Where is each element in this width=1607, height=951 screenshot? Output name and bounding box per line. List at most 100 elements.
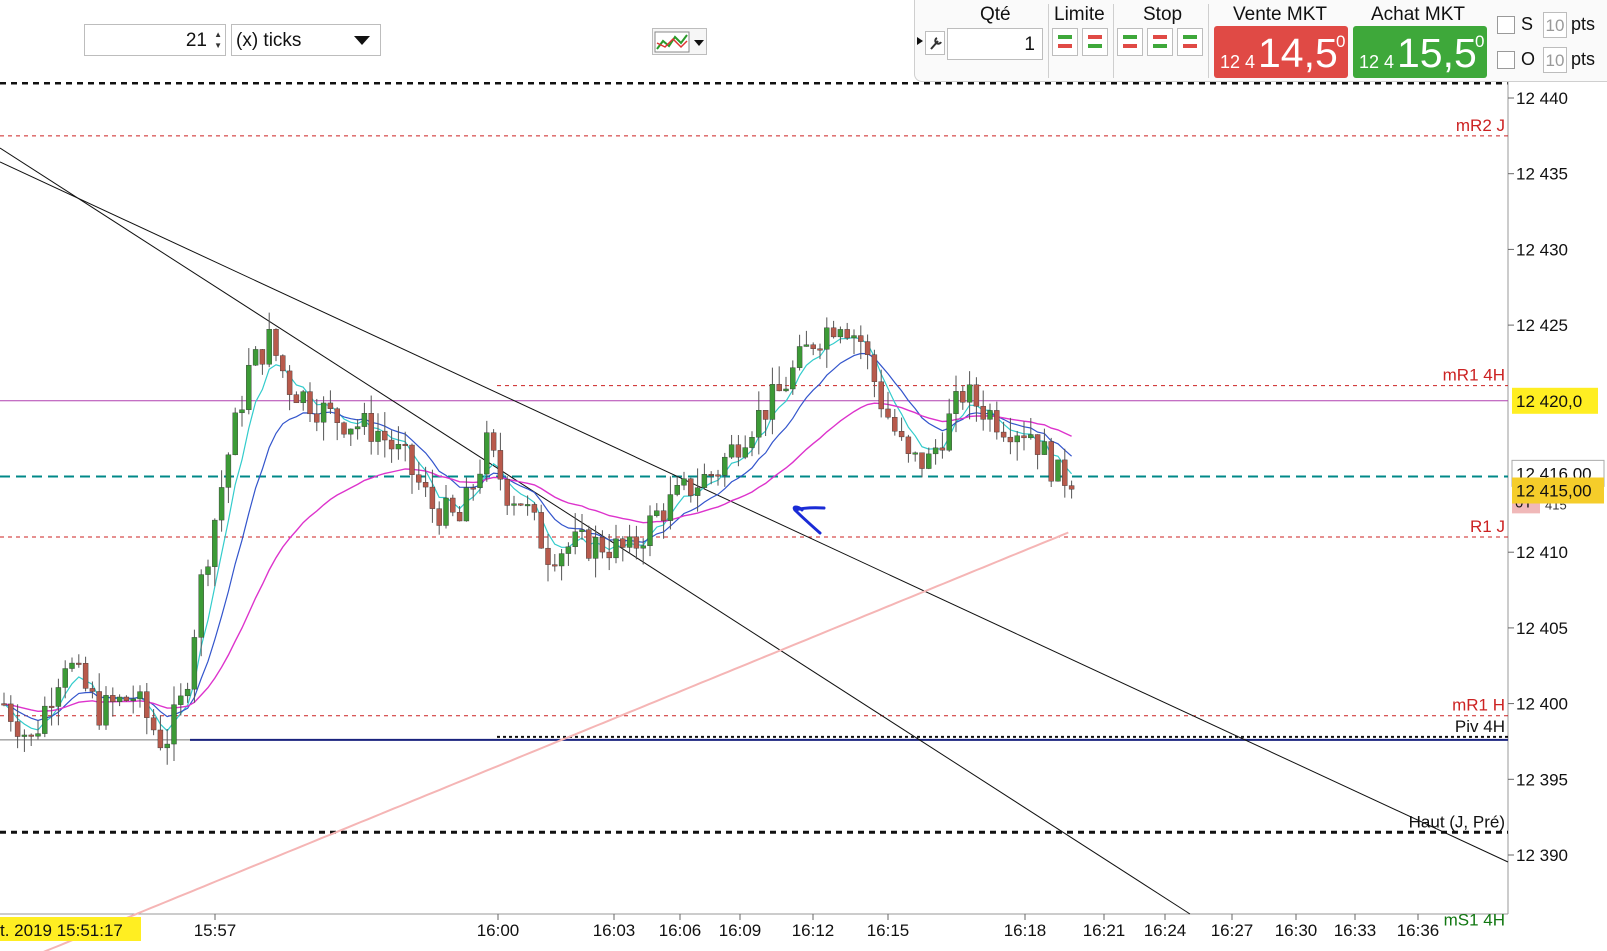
candle (205, 559, 211, 587)
ema-slow-line (3, 402, 1072, 713)
candle-body (558, 553, 565, 567)
candle (932, 439, 939, 465)
candle-body (69, 662, 75, 669)
chevron-down-icon[interactable] (354, 36, 370, 45)
candle-body (286, 370, 293, 395)
trendline-shallow (0, 161, 1509, 863)
candle (252, 346, 259, 366)
candle-body (1000, 431, 1007, 438)
candle (783, 376, 789, 393)
candle-body (803, 344, 810, 347)
candle (280, 354, 286, 378)
candle (14, 704, 21, 749)
buy-market-button[interactable]: 12 4 15,5 0 (1353, 26, 1487, 78)
o-pts-input[interactable]: 10 (1543, 47, 1567, 73)
candle (55, 678, 62, 726)
limit-buy-button[interactable] (1052, 28, 1078, 56)
candle (341, 421, 347, 438)
candle-body (354, 426, 361, 430)
candle (1068, 480, 1075, 499)
candle-body (1, 703, 7, 706)
candle-body (205, 566, 211, 575)
candle (48, 687, 55, 726)
candle (130, 685, 136, 714)
candle-body (225, 454, 232, 488)
price-chart[interactable]: mR2 J mR1 4H R1 J mR1 H Piv 4H Haut (J, Pré) m… (0, 82, 1607, 951)
candle-body (76, 662, 82, 665)
candle (76, 654, 82, 668)
candle-body (885, 408, 891, 418)
candle-body (586, 529, 592, 559)
candle-body (565, 546, 572, 554)
candle-body (1034, 434, 1041, 455)
candle (504, 476, 510, 516)
stop-limit-button[interactable] (1177, 28, 1203, 56)
candle-body (504, 479, 510, 506)
stop-sell-button[interactable] (1147, 28, 1173, 56)
candle (830, 320, 837, 339)
candle-body (422, 482, 429, 488)
candle-body (552, 564, 558, 567)
o-checkbox[interactable] (1497, 51, 1515, 69)
candle (293, 391, 300, 404)
time-axis-label: 15:57 (194, 921, 237, 940)
candle-body (470, 487, 476, 490)
candle-body (654, 510, 660, 516)
ticks-spinner[interactable]: 21 ▲ ▼ (84, 24, 226, 56)
candle (42, 696, 48, 738)
candle (994, 401, 1000, 440)
s-pts-input[interactable]: 10 (1543, 12, 1567, 38)
candle (511, 495, 517, 516)
candle-body (1028, 434, 1034, 439)
candle-body (667, 494, 674, 521)
time-axis-label: 16:09 (719, 921, 762, 940)
level-label: R1 J (1470, 517, 1505, 536)
candle (871, 349, 878, 398)
price-axis-label: 12 420,0 (1516, 392, 1582, 411)
stop-buy-button[interactable] (1117, 28, 1143, 56)
candle-body (531, 504, 538, 513)
candle-body (810, 344, 816, 349)
candle (837, 326, 844, 344)
s-checkbox[interactable] (1497, 16, 1515, 34)
candle-body (246, 364, 252, 410)
candle-body (157, 729, 164, 749)
candle-body (218, 487, 225, 521)
price-axis-label: 12 405 (1516, 619, 1568, 638)
units-dropdown[interactable]: (x) ticks (231, 24, 381, 56)
time-axis-label: t. 2019 15:51:17 (0, 921, 123, 940)
candle (348, 428, 354, 446)
candle-body (660, 510, 667, 521)
candle (844, 322, 850, 341)
candle (497, 432, 504, 491)
candle (531, 502, 538, 521)
candle-body (477, 473, 483, 488)
indicators-button[interactable] (652, 28, 707, 55)
candle (620, 536, 626, 562)
buy-price-sup: 0 (1475, 32, 1485, 51)
wrench-icon[interactable] (925, 31, 945, 55)
price-axis-label: 12 400 (1516, 695, 1568, 714)
candle (579, 513, 585, 540)
sell-market-button[interactable]: 12 4 14,5 0 (1214, 26, 1348, 78)
qty-input[interactable]: 1 (947, 28, 1043, 60)
candle (613, 524, 619, 564)
candle-body (674, 484, 680, 495)
candle (123, 695, 130, 702)
candle-body (939, 447, 946, 451)
limit-sell-button[interactable] (1082, 28, 1108, 56)
candle-body (946, 413, 952, 451)
candle-body (191, 637, 198, 690)
candle-body (123, 696, 130, 701)
candle-body (35, 733, 41, 737)
level-label: mR1 4H (1443, 366, 1505, 385)
candle-body (728, 444, 735, 458)
divider (1113, 4, 1114, 78)
expand-arrow-icon[interactable] (916, 33, 924, 49)
candle-body (164, 743, 170, 749)
time-axis-label: 16:06 (659, 921, 702, 940)
candle (69, 657, 75, 672)
sell-price-main: 14,5 (1258, 30, 1338, 76)
candle-body (620, 538, 626, 548)
spinner-arrows-icon[interactable]: ▲ ▼ (214, 29, 222, 51)
